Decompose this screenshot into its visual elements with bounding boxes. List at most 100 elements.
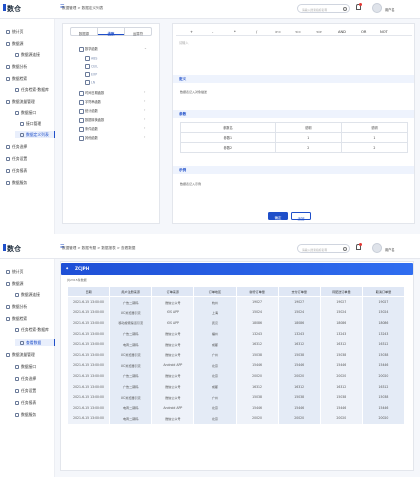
table-cell: UC浏览器引流 (109, 391, 153, 403)
sidebar-item-search[interactable]: 数据检索 (6, 76, 27, 82)
operator-button[interactable]: <= (295, 30, 301, 34)
sidebar-item-datasource[interactable]: 数据源 (6, 41, 23, 47)
operator-button[interactable]: + (190, 30, 193, 34)
table-cell: 20020 (235, 413, 279, 424)
sidebar-item-flow[interactable]: 数据流量管理 (6, 352, 35, 358)
search-icon[interactable] (343, 247, 347, 251)
tree-item-label: 统计函数 (85, 109, 98, 113)
notification-dot (359, 243, 362, 246)
tab-operators[interactable]: 运算符 (125, 28, 151, 36)
sidebar-item-view-data[interactable]: 查看数据 (20, 340, 41, 346)
sidebar-item-connection[interactable]: 数据源连接 (15, 52, 40, 58)
operator-button[interactable]: <> (316, 30, 322, 34)
operator-button[interactable]: >= (275, 30, 281, 34)
table-header: 待配送订单量 (319, 286, 363, 297)
operator-bar: + - * / >= <= <> AND OR NOT (176, 27, 412, 36)
sidebar-item-interface-manage[interactable]: 接口管理 (20, 121, 41, 127)
report-table: 日期 用户注册来源 订单来源 订单地区 新增订单量 支付订单量 待配送订单量 取… (66, 286, 406, 424)
sidebar-item-task-report[interactable]: 任务报表 (15, 400, 36, 406)
tab-functions[interactable]: 函数 (98, 28, 125, 36)
example-title: 示例 (173, 166, 414, 174)
search-input[interactable]: 请输入搜索指标名称 (297, 4, 350, 13)
sidebar-item-stats[interactable]: 统计页 (6, 269, 23, 275)
tree-item[interactable]: 条件函数 (79, 126, 98, 132)
tree-item[interactable]: 其他函数 (79, 135, 98, 141)
sidebar-item-definition-list[interactable]: 数据定义列表 (20, 132, 49, 138)
sidebar-item-interface[interactable]: 数据接口 (15, 364, 36, 370)
user-name[interactable]: 用户名 (385, 7, 395, 12)
sidebar-item-task-search[interactable]: 任务检索·数据库 (15, 327, 49, 333)
operator-button[interactable]: OR (361, 30, 366, 34)
sidebar-item-label: 数据接口 (21, 110, 37, 115)
tree-item[interactable]: EXP (85, 72, 97, 77)
chevron-right-icon[interactable]: › (144, 135, 145, 139)
table-cell: 微信公众号 (151, 328, 195, 339)
folder-icon (79, 108, 84, 114)
sidebar-item-analysis[interactable]: 数据分析 (6, 64, 27, 70)
table-cell: 20020 (277, 413, 321, 424)
expression-input[interactable]: 请输入 (179, 41, 189, 45)
table-row: 2021-6-15 13:00:00 UC浏览器引流 微信公众号 广州 15038 150… (66, 349, 406, 361)
sidebar-item-connection[interactable]: 数据源连接 (15, 292, 40, 298)
sidebar-item-search[interactable]: 数据检索 (6, 316, 27, 322)
sidebar-item-service[interactable]: 数据服务 (15, 412, 36, 418)
logo[interactable]: 数仓 (3, 4, 21, 14)
chevron-right-icon[interactable]: › (144, 99, 145, 103)
table-cell: 2 (340, 142, 409, 153)
operator-button[interactable]: / (256, 30, 257, 34)
table-cell: 2021-6-15 13:00:00 (66, 402, 111, 414)
sidebar-item-analysis[interactable]: 数据分析 (6, 304, 27, 310)
tree-item[interactable]: CEIL (85, 64, 98, 69)
logo[interactable]: 数仓 (3, 244, 21, 254)
table-row: 参数1 1 1 (180, 132, 409, 143)
sidebar-item-stats[interactable]: 统计页 (6, 29, 23, 35)
sidebar-item-task-report[interactable]: 任务报表 (6, 168, 27, 174)
operator-button[interactable]: NOT (380, 30, 388, 34)
sidebar-item-task-select[interactable]: 任务选择 (15, 376, 36, 382)
chevron-right-icon[interactable]: › (144, 126, 145, 130)
sidebar-item-task-settings[interactable]: 任务设置 (15, 388, 36, 394)
sidebar-item-label: 任务检索·数据库 (21, 327, 49, 332)
table-cell: 16312 (277, 381, 321, 392)
search-input[interactable]: 请输入搜索指标名称 (297, 244, 350, 253)
tree-item[interactable]: 字符串函数 (79, 99, 101, 105)
tree-item[interactable]: LN (85, 80, 95, 85)
confirm-button[interactable]: 确定 (268, 212, 288, 220)
notification-dot (359, 3, 362, 6)
table-header: 订单来源 (151, 286, 195, 297)
tree-item[interactable]: ABS (85, 56, 97, 61)
table-row: 参数2 2 2 (180, 142, 409, 153)
sidebar-item-task-settings[interactable]: 任务设置 (6, 156, 27, 162)
sidebar-item-label: 数据源连接 (21, 292, 40, 297)
chevron-down-icon[interactable]: ⌄ (144, 46, 147, 50)
avatar[interactable] (372, 3, 382, 13)
table-header: 参数名 (180, 122, 276, 133)
operator-button[interactable]: - (212, 30, 213, 34)
report-table-body: 2021-6-15 13:00:00 广告二期码 微信公众号 杭州 19027 19027… (66, 296, 406, 424)
chevron-right-icon[interactable]: › (144, 117, 145, 121)
report-icon (6, 169, 10, 173)
sidebar-item-flow[interactable]: 数据流量管理 (6, 99, 35, 105)
tree-item[interactable]: 数据转换函数 (79, 117, 104, 123)
sidebar-item-task-select[interactable]: 任务选择 (6, 144, 27, 150)
sidebar-item-service[interactable]: 数据服务 (6, 180, 27, 186)
sidebar-item-task-search[interactable]: 任务检索·数据库 (15, 87, 49, 93)
cancel-button[interactable]: 返回 (291, 212, 311, 221)
example-text: 数据表记入示例 (180, 182, 202, 186)
operator-button[interactable]: AND (338, 30, 346, 34)
search-icon[interactable] (343, 7, 347, 11)
user-name[interactable]: 用户名 (385, 247, 395, 252)
sidebar-item-datasource[interactable]: 数据源 (6, 281, 23, 287)
sidebar-item-interface[interactable]: 数据接口 (15, 110, 36, 116)
table-cell: iOS APP (151, 317, 195, 329)
tab-datasource[interactable]: 数据源 (71, 28, 98, 36)
tree-item[interactable]: 统计函数 (79, 108, 98, 114)
chevron-right-icon[interactable]: › (144, 90, 145, 94)
avatar[interactable] (372, 243, 382, 253)
tree-item[interactable]: 数学函数 (79, 46, 98, 52)
chevron-right-icon[interactable]: › (144, 108, 145, 112)
tree-item[interactable]: 时间日期函数 (79, 90, 104, 96)
table-cell: 16312 (361, 381, 406, 392)
sidebar-item-label: 数据检索 (12, 316, 28, 321)
operator-button[interactable]: * (234, 30, 236, 34)
